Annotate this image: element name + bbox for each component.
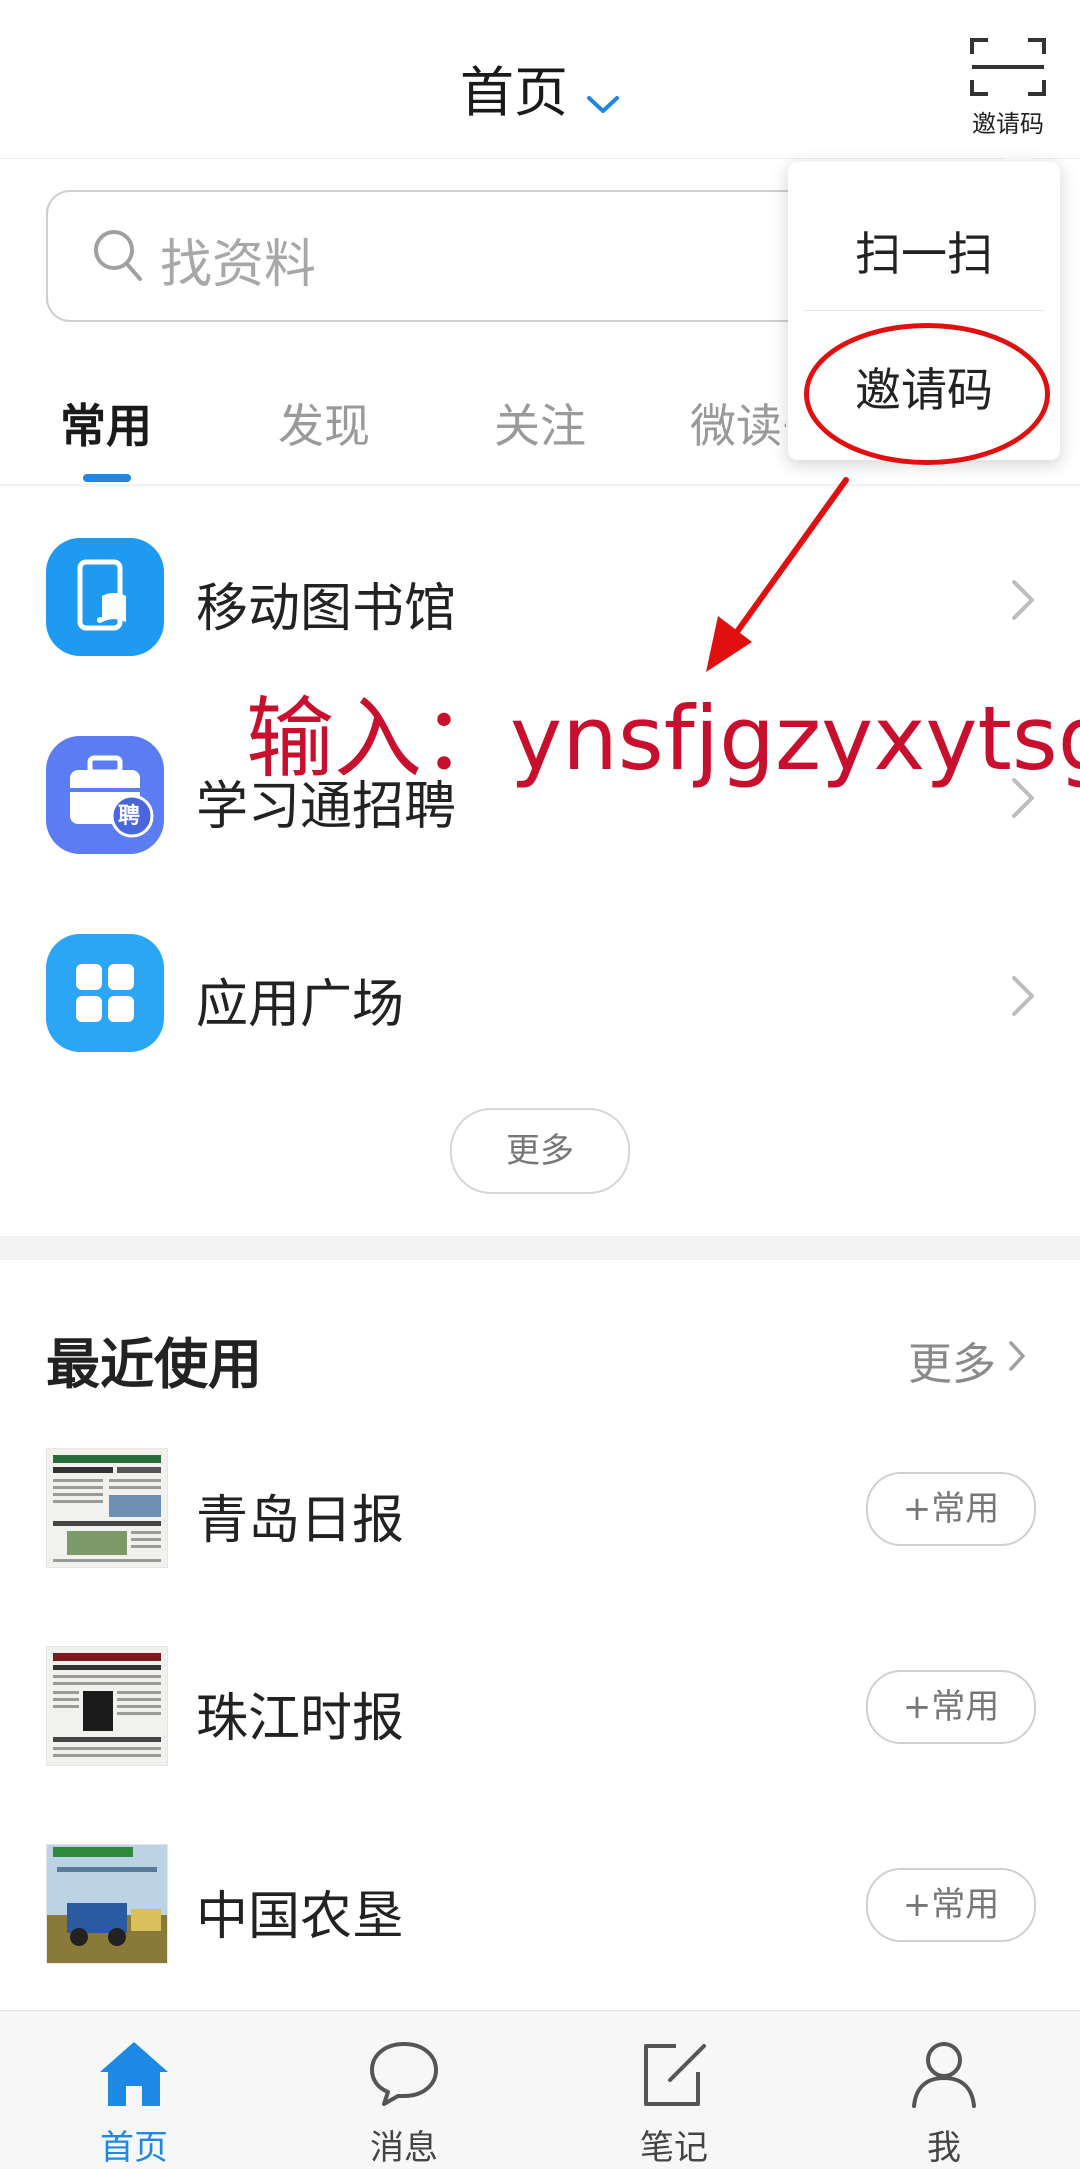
- annotation-instruction: 输入：ynsfjgzyxytsg: [246, 687, 1080, 790]
- annotation-arrow: [706, 477, 849, 672]
